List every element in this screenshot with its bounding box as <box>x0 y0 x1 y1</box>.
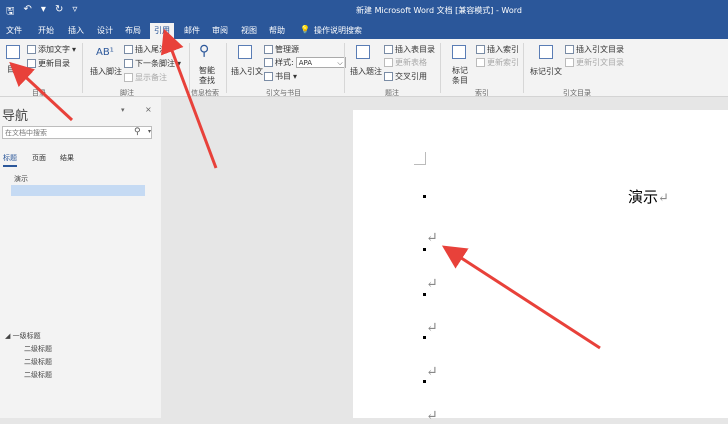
arrow-to-cursor <box>441 245 601 350</box>
arrow-to-toc <box>9 61 74 122</box>
annotation-arrows <box>9 28 601 350</box>
arrow-to-references-tab <box>160 28 218 169</box>
